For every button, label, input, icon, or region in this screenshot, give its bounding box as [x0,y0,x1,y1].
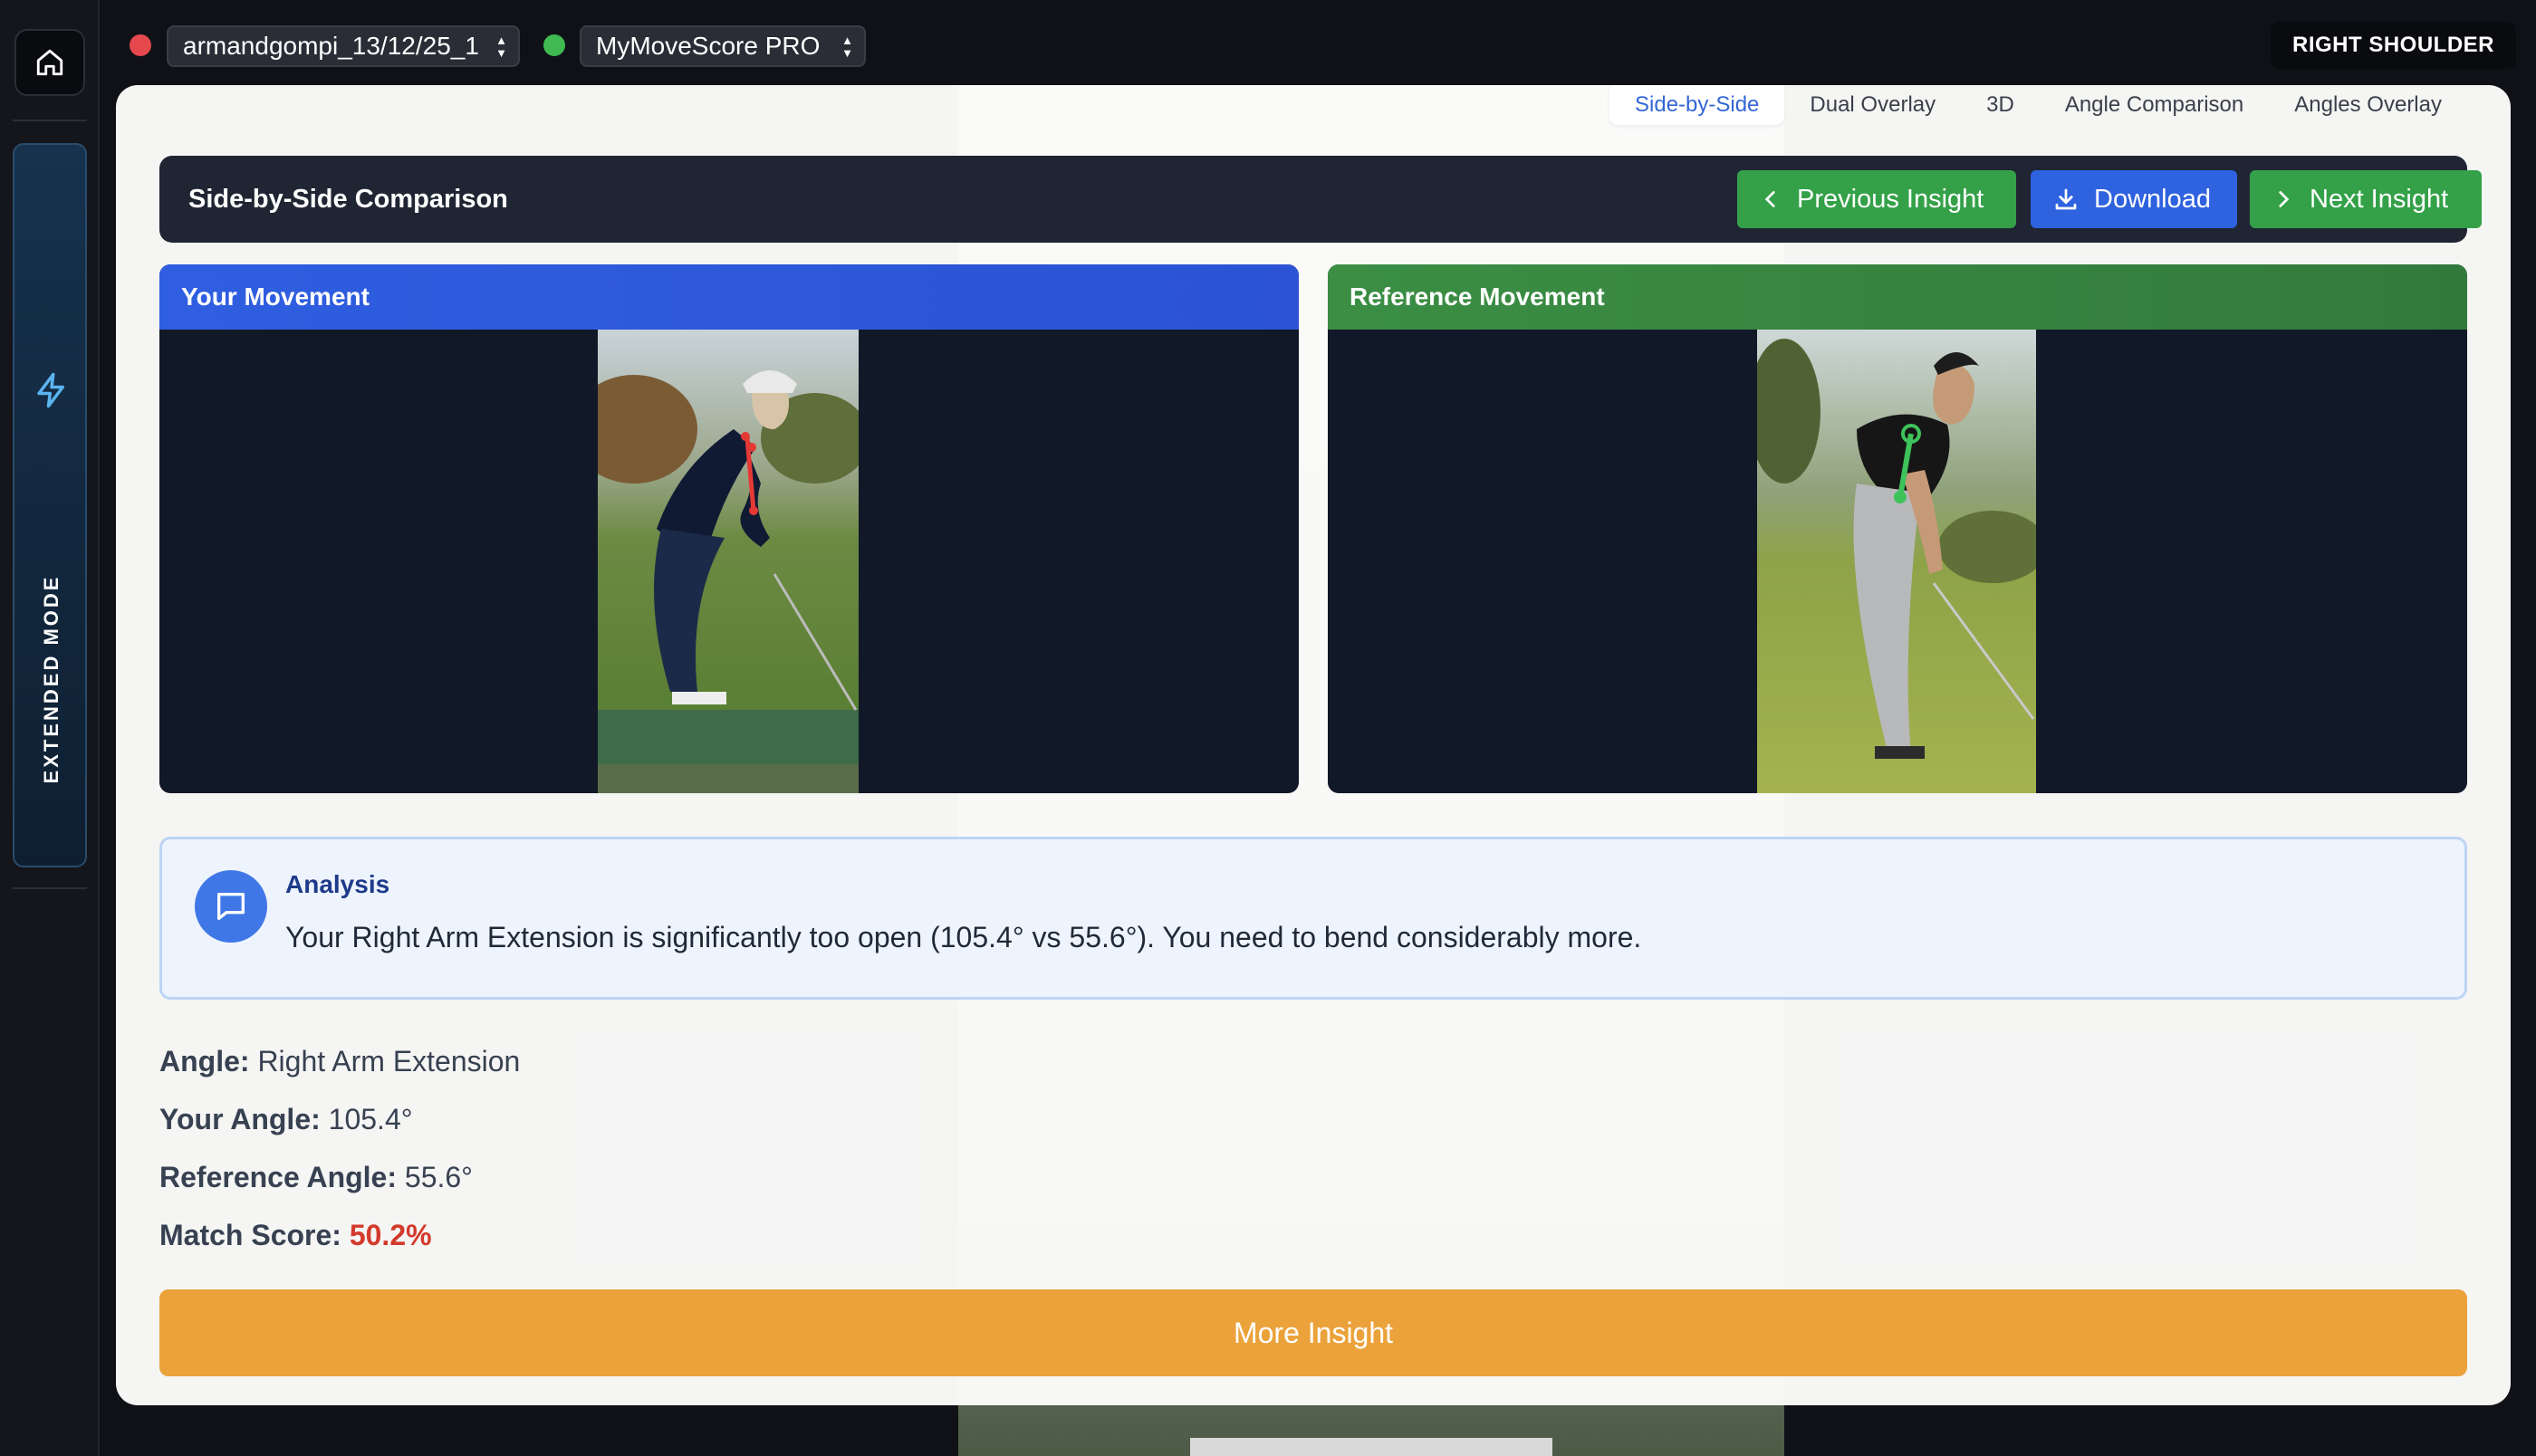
comparison-card: Side-by-Side Dual Overlay 3D Angle Compa… [116,85,2511,1405]
view-tabs: Side-by-Side Dual Overlay 3D Angle Compa… [1609,85,2467,125]
extended-mode-label: EXTENDED MODE [40,574,62,784]
select-arrows-icon: ▲ ▼ [841,34,853,60]
angle-name-label: Angle: [159,1045,250,1078]
reference-movement-panel: Reference Movement [1328,264,2467,793]
your-movement-panel: Your Movement [159,264,1299,793]
your-angle-row: Your Angle: 105.4° [159,1103,413,1136]
match-score-row: Match Score: 50.2% [159,1219,432,1252]
chevron-right-icon [2279,191,2290,207]
match-score-value: 50.2% [349,1219,432,1251]
previous-insight-label: Previous Insight [1797,184,1984,214]
next-insight-label: Next Insight [2310,184,2449,214]
select-arrows-icon: ▲ ▼ [495,34,507,60]
chat-bubble-icon [195,870,267,943]
tab-angle-comparison[interactable]: Angle Comparison [2040,85,2269,125]
rail-divider [13,120,87,121]
session-select[interactable]: armandgompi_13/12/25_1 ▲ ▼ [167,25,520,67]
download-label: Download [2094,184,2211,214]
angle-name-row: Angle: Right Arm Extension [159,1045,520,1078]
your-movement-image [598,330,859,793]
reference-angle-value: 55.6° [404,1161,473,1193]
left-rail: EXTENDED MODE [0,0,100,1456]
region-badge: RIGHT SHOULDER [2271,22,2516,69]
tab-dual-overlay[interactable]: Dual Overlay [1784,85,1961,125]
profile-status-dot [543,34,565,56]
reference-angle-row: Reference Angle: 55.6° [159,1161,473,1194]
match-score-label: Match Score: [159,1219,341,1251]
background-scrubber [1190,1438,1552,1456]
lightning-bolt-icon [37,372,64,408]
analysis-title: Analysis [285,870,390,898]
reference-angle-label: Reference Angle: [159,1161,397,1193]
your-angle-label: Your Angle: [159,1103,321,1135]
reference-movement-title: Reference Movement [1328,264,2467,330]
tab-side-by-side[interactable]: Side-by-Side [1609,85,1785,125]
rail-divider [13,887,87,889]
session-select-value: armandgompi_13/12/25_1 [183,32,479,60]
download-button[interactable]: Download [2031,170,2237,228]
page-title: Side-by-Side Comparison [188,184,508,214]
your-movement-title: Your Movement [159,264,1299,330]
extended-mode-toggle[interactable]: EXTENDED MODE [13,143,87,867]
home-button[interactable] [14,29,85,96]
comparison-header: Side-by-Side Comparison Previous Insight… [159,156,2482,243]
tab-3d[interactable]: 3D [1961,85,2040,125]
analysis-box: Analysis Your Right Arm Extension is sig… [159,837,2467,1000]
profile-select[interactable]: MyMoveScore PRO ▲ ▼ [580,25,866,67]
analysis-text: Your Right Arm Extension is significantl… [285,921,1642,953]
chevron-left-icon [1764,191,1775,207]
next-insight-button[interactable]: Next Insight [2250,170,2482,228]
reference-movement-image [1757,330,2036,793]
previous-insight-button[interactable]: Previous Insight [1737,170,2016,228]
profile-select-value: MyMoveScore PRO [596,32,821,60]
angle-name-value: Right Arm Extension [257,1045,521,1078]
session-status-dot [130,34,151,56]
download-icon [2055,188,2077,210]
your-angle-value: 105.4° [328,1103,413,1135]
home-icon [36,49,63,76]
tab-angles-overlay[interactable]: Angles Overlay [2269,85,2467,125]
more-insight-button[interactable]: More Insight [159,1289,2467,1376]
